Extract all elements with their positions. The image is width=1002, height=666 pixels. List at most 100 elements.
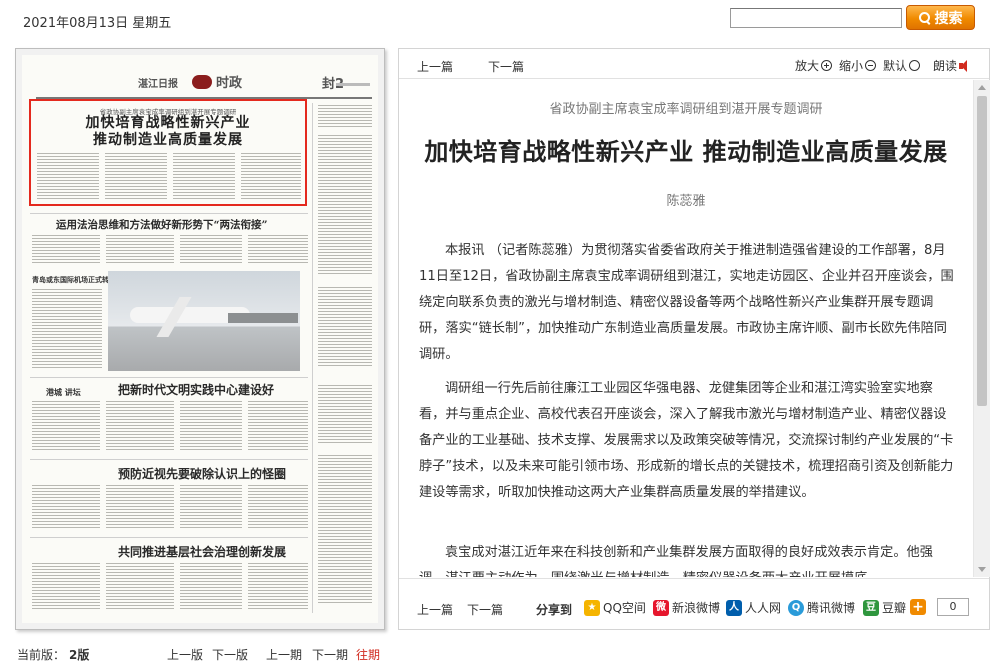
body-text bbox=[248, 563, 308, 611]
article-paragraph: 本报讯 （记者陈蕊雅）为贯彻落实省委省政府关于推进制造强省建设的工作部署，8月1… bbox=[419, 243, 954, 362]
body-text bbox=[32, 235, 100, 265]
tencent-weibo-icon: Q bbox=[788, 599, 804, 616]
selected-article-hotspot[interactable]: 省政协副主席袁宝成率调研组到湛开展专题调研 加快培育战略性新兴产业 推动制造业高… bbox=[29, 99, 307, 206]
side-column-text bbox=[318, 385, 372, 445]
clip-title-line-2: 推动制造业高质量发展 bbox=[93, 132, 243, 148]
article-paragraph: 调研组一行先后前往廉江工业园区华强电器、龙健集团等企业和湛江湾实验室实地察看，并… bbox=[419, 381, 954, 500]
share-renren-label: 人人网 bbox=[745, 601, 782, 615]
next-issue-link[interactable]: 下一期 bbox=[312, 646, 348, 663]
headline-civilization-center[interactable]: 把新时代文明实践中心建设好 bbox=[118, 381, 274, 398]
newspaper-page-panel: 湛江日报 时政 封2 省政协副主席袁宝成率调研组到湛开展专题调研 加快培育战略性… bbox=[15, 48, 385, 630]
headline-rule-of-law[interactable]: 运用法治思维和方法做好新形势下“两法衔接” bbox=[56, 217, 268, 232]
next-article-link[interactable]: 下一篇 bbox=[488, 58, 524, 75]
prev-issue-link[interactable]: 上一期 bbox=[266, 646, 302, 663]
top-bar: 2021年08月13日 星期五 搜索 bbox=[0, 0, 1002, 38]
default-size-icon bbox=[909, 60, 921, 71]
body-text bbox=[32, 289, 102, 369]
body-text bbox=[106, 485, 174, 529]
body-text bbox=[32, 563, 100, 611]
body-text bbox=[248, 401, 308, 451]
share-tencent-weibo-label: 腾讯微博 bbox=[807, 601, 856, 615]
current-page-label: 当前版： bbox=[17, 648, 66, 662]
footer-prev-article-link[interactable]: 上一篇 bbox=[417, 601, 453, 618]
masthead-badge-icon bbox=[192, 75, 212, 89]
body-text bbox=[106, 563, 174, 611]
search-icon bbox=[918, 11, 931, 24]
page-navigation: 当前版： 2版 上一版 下一版 上一期 下一期 往期 bbox=[15, 642, 385, 664]
douban-icon: 豆 bbox=[863, 599, 879, 616]
section-divider bbox=[30, 459, 308, 460]
article-subtitle: 省政协副主席袁宝成率调研组到湛开展专题调研 bbox=[549, 102, 823, 117]
section-divider bbox=[30, 213, 308, 214]
page-masthead: 湛江日报 时政 封2 bbox=[36, 69, 372, 99]
body-text bbox=[180, 563, 242, 611]
prev-page-link[interactable]: 上一版 bbox=[167, 646, 203, 663]
article-author: 陈蕊雅 bbox=[666, 194, 706, 209]
share-more-button[interactable]: + bbox=[910, 599, 926, 615]
prev-article-link[interactable]: 上一篇 bbox=[417, 58, 453, 75]
search-input[interactable] bbox=[730, 8, 902, 28]
side-column-text bbox=[318, 287, 372, 367]
share-qzone-label: QQ空间 bbox=[603, 601, 646, 615]
zoom-out-label: 缩小 bbox=[839, 59, 864, 73]
speaker-icon bbox=[959, 59, 971, 72]
body-text bbox=[248, 235, 308, 265]
share-count: 0 bbox=[937, 598, 969, 616]
column-divider bbox=[312, 103, 313, 613]
current-date: 2021年08月13日 星期五 bbox=[23, 16, 172, 31]
weibo-icon: 微 bbox=[653, 599, 669, 616]
masthead-logo: 湛江日报 bbox=[138, 79, 178, 90]
headline-myopia[interactable]: 预防近视先要破除认识上的怪圈 bbox=[118, 465, 286, 482]
clip-body-text bbox=[173, 153, 235, 199]
article-footer: 上一篇 下一篇 分享到 ★ QQ空间 微 新浪微博 人 人人网 Q 腾讯微博 豆… bbox=[399, 578, 989, 630]
share-weibo-label: 新浪微博 bbox=[672, 601, 721, 615]
section-divider bbox=[30, 377, 308, 378]
article-scrollbar[interactable] bbox=[973, 80, 990, 577]
read-aloud-button[interactable]: 朗读 bbox=[933, 57, 971, 74]
zoom-out-icon bbox=[865, 60, 877, 71]
body-text bbox=[180, 235, 242, 265]
scroll-down-arrow-icon[interactable] bbox=[978, 567, 986, 572]
current-page-value: 2版 bbox=[69, 648, 90, 662]
body-text bbox=[32, 485, 100, 529]
body-text bbox=[106, 235, 174, 265]
article-toolbar: 上一篇 下一篇 放大 缩小 默认 朗读 bbox=[399, 49, 989, 79]
clip-body-text bbox=[241, 153, 301, 199]
read-aloud-label: 朗读 bbox=[933, 59, 958, 73]
masthead-meta-line bbox=[336, 83, 370, 86]
article-panel: 上一篇 下一篇 放大 缩小 默认 朗读 省政协副主席袁宝成率调研组到湛开展专题调… bbox=[398, 48, 990, 630]
body-text bbox=[180, 401, 242, 451]
search-button[interactable]: 搜索 bbox=[906, 5, 975, 30]
clip-title-line-1: 加快培育战略性新兴产业 bbox=[85, 115, 251, 131]
share-label: 分享到 bbox=[536, 603, 573, 617]
body-text bbox=[106, 401, 174, 451]
body-text bbox=[248, 485, 308, 529]
share-weibo[interactable]: 微 新浪微博 bbox=[653, 599, 720, 616]
footer-next-article-link[interactable]: 下一篇 bbox=[467, 601, 503, 618]
share-douban[interactable]: 豆 豆瓣 bbox=[863, 599, 906, 616]
body-text bbox=[180, 485, 242, 529]
share-qzone[interactable]: ★ QQ空间 bbox=[584, 599, 646, 616]
default-size-label: 默认 bbox=[883, 59, 908, 73]
renren-icon: 人 bbox=[726, 599, 742, 616]
share-renren[interactable]: 人 人人网 bbox=[726, 599, 781, 616]
share-tencent-weibo[interactable]: Q 腾讯微博 bbox=[788, 599, 855, 616]
default-size-button[interactable]: 默认 bbox=[883, 57, 921, 74]
zoom-in-label: 放大 bbox=[795, 59, 820, 73]
scroll-up-arrow-icon[interactable] bbox=[978, 85, 986, 90]
section-divider bbox=[30, 537, 308, 538]
body-text bbox=[32, 401, 100, 451]
zoom-out-button[interactable]: 缩小 bbox=[839, 57, 877, 74]
scrollbar-thumb[interactable] bbox=[977, 96, 987, 406]
newspaper-page-image: 湛江日报 时政 封2 省政协副主席袁宝成率调研组到湛开展专题调研 加快培育战略性… bbox=[22, 55, 378, 623]
archive-link[interactable]: 往期 bbox=[356, 646, 380, 663]
jet-bridge-shape bbox=[228, 313, 298, 323]
zoom-in-button[interactable]: 放大 bbox=[795, 57, 833, 74]
article-title: 加快培育战略性新兴产业 推动制造业高质量发展 bbox=[424, 138, 948, 166]
more-share-icon: + bbox=[910, 599, 926, 615]
clip-title: 加快培育战略性新兴产业 推动制造业高质量发展 bbox=[31, 115, 305, 149]
headline-grassroots-governance[interactable]: 共同推进基层社会治理创新发展 bbox=[118, 543, 286, 560]
side-column-text bbox=[318, 455, 372, 605]
masthead-section: 时政 bbox=[216, 76, 243, 91]
next-page-link[interactable]: 下一版 bbox=[212, 646, 248, 663]
